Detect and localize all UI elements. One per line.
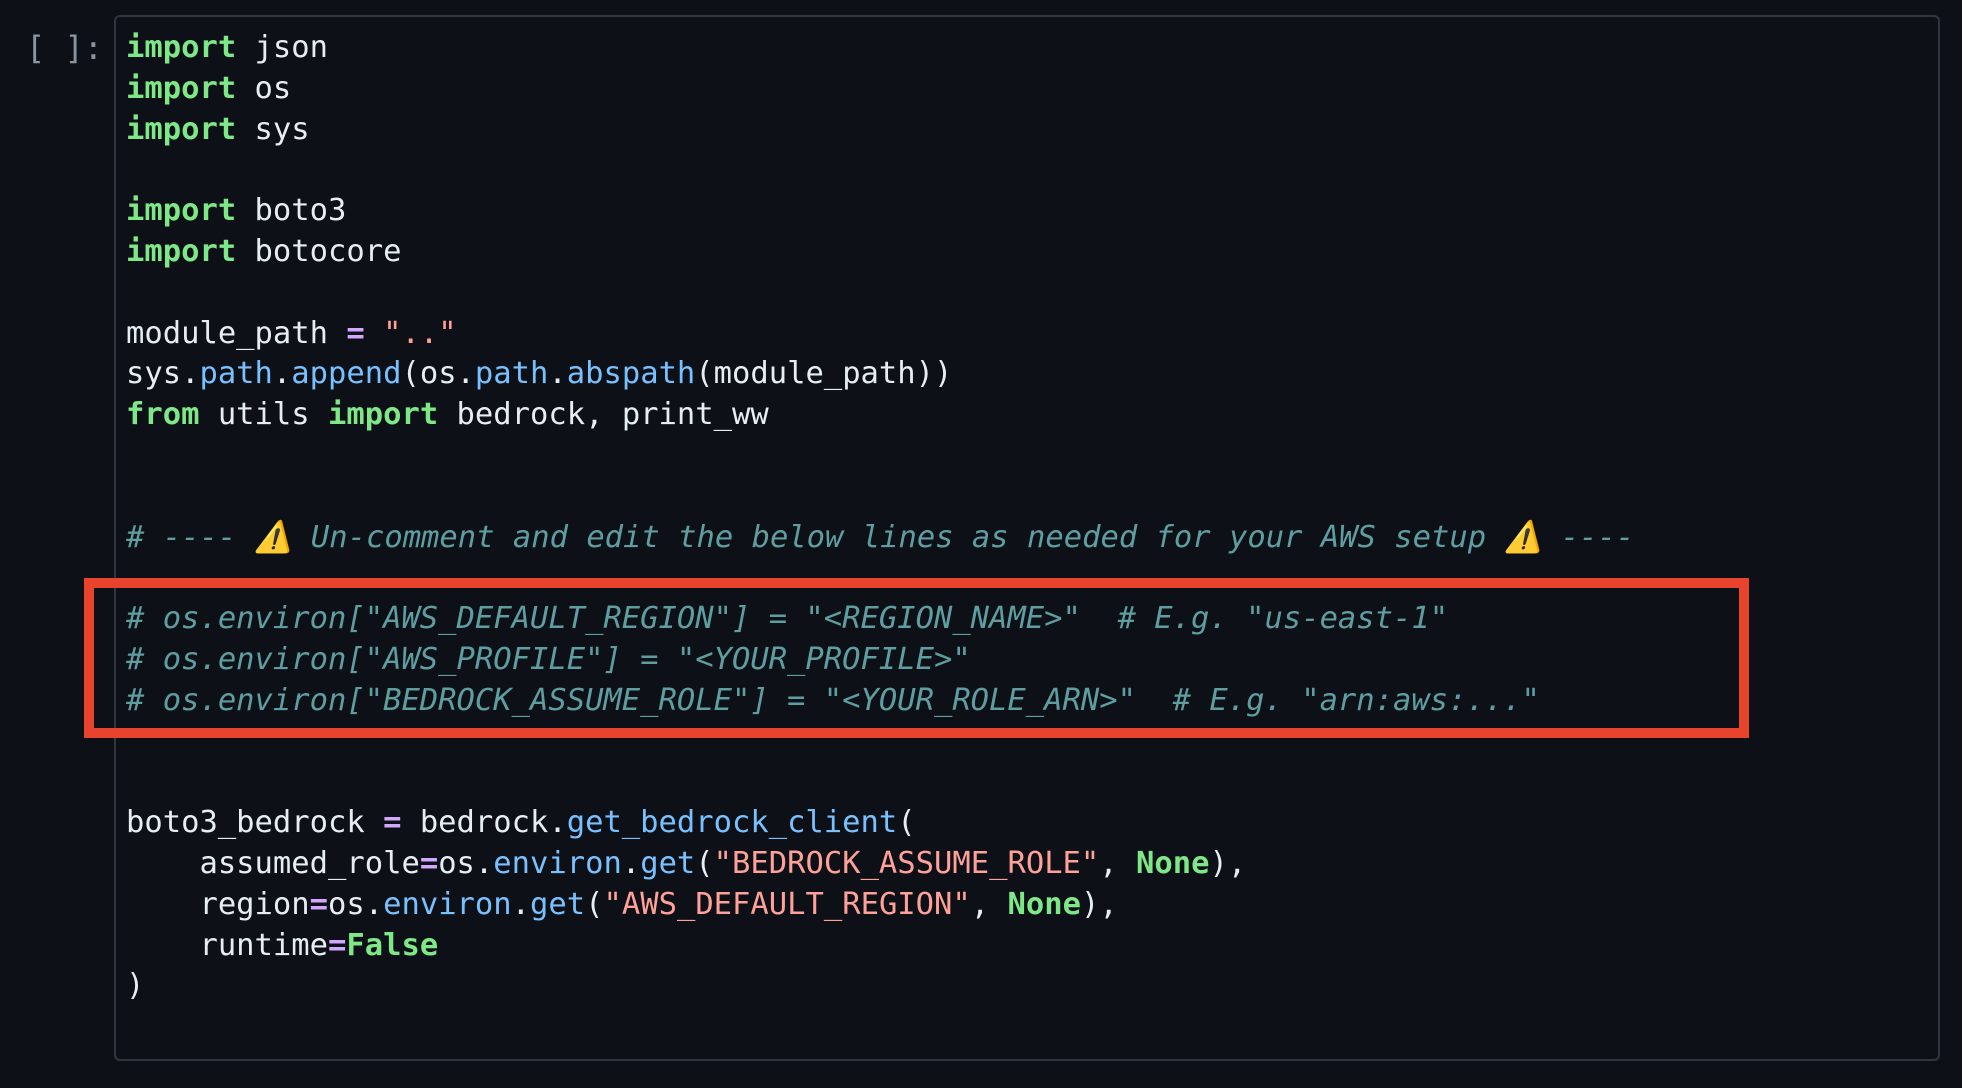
code-line[interactable]: region=os.environ.get("AWS_DEFAULT_REGIO… xyxy=(126,885,1634,926)
code-token-plain: , xyxy=(970,886,1008,922)
code-token-plain: os xyxy=(236,70,292,106)
code-token-plain: , xyxy=(1099,845,1137,881)
code-token-plain: ( xyxy=(897,805,916,841)
code-token-cmt: # os.environ["AWS_DEFAULT_REGION"] = "<R… xyxy=(126,601,1449,637)
code-token-kw: import xyxy=(328,397,439,433)
code-token-plain: boto3 xyxy=(236,193,347,229)
code-token-attr: get xyxy=(640,845,696,881)
code-token-str: "BEDROCK_ASSUME_ROLE" xyxy=(713,845,1100,881)
code-token-kw: from xyxy=(126,397,200,433)
code-token-op: = xyxy=(328,927,347,963)
code-token-kw: import xyxy=(126,70,237,106)
code-token-str: ".." xyxy=(383,315,457,351)
code-line[interactable]: boto3_bedrock = bedrock.get_bedrock_clie… xyxy=(126,803,1634,844)
code-token-plain: . xyxy=(511,886,531,922)
code-token-plain: region xyxy=(126,886,310,922)
code-line[interactable] xyxy=(126,722,1634,763)
code-token-plain: ( xyxy=(695,845,714,881)
code-line[interactable]: assumed_role=os.environ.get("BEDROCK_ASS… xyxy=(126,844,1634,885)
code-token-plain: sys. xyxy=(126,356,200,392)
code-token-str: "AWS_DEFAULT_REGION" xyxy=(603,886,971,922)
code-line[interactable]: module_path = ".." xyxy=(126,314,1634,355)
code-token-plain: . xyxy=(621,845,641,881)
code-token-op: = xyxy=(419,845,439,881)
code-token-kw: import xyxy=(126,233,237,269)
code-token-plain: json xyxy=(236,30,329,65)
code-token-plain: ) xyxy=(126,968,145,1004)
code-token-plain: ), xyxy=(1080,886,1118,922)
code-token-attr: abspath xyxy=(566,356,696,392)
code-line[interactable]: # os.environ["BEDROCK_ASSUME_ROLE"] = "<… xyxy=(126,681,1634,722)
code-token-plain: assumed_role xyxy=(126,845,420,881)
code-editor[interactable]: import json import os import sys import bo… xyxy=(126,28,1634,1007)
code-token-plain: sys xyxy=(236,111,310,147)
code-token-op: = xyxy=(383,805,402,841)
code-token-plain: runtime xyxy=(126,927,328,963)
code-line[interactable]: # os.environ["AWS_DEFAULT_REGION"] = "<R… xyxy=(126,599,1634,640)
code-token-const: None xyxy=(1136,845,1210,881)
code-line[interactable] xyxy=(126,762,1634,803)
code-token-cmt: # ---- ⚠️ Un-comment and edit the below … xyxy=(126,519,1635,555)
code-token-plain: (os. xyxy=(401,356,475,392)
code-token-op: = xyxy=(346,315,365,351)
code-line[interactable] xyxy=(126,477,1634,518)
code-line[interactable]: import boto3 xyxy=(126,191,1634,232)
code-line[interactable]: import json xyxy=(126,28,1634,69)
code-token-cmt: # os.environ["BEDROCK_ASSUME_ROLE"] = "<… xyxy=(126,682,1540,718)
code-token-plain: utils xyxy=(199,397,328,433)
code-token-attr: environ xyxy=(493,845,622,881)
code-token-plain: bedrock. xyxy=(401,805,567,841)
code-token-attr: get_bedrock_client xyxy=(566,805,898,841)
code-token-plain: . xyxy=(548,356,567,392)
code-token-plain: ), xyxy=(1209,845,1247,881)
code-token-plain: ( xyxy=(585,886,604,922)
code-token-attr: append xyxy=(291,356,402,392)
code-token-attr: path xyxy=(199,356,273,392)
code-token-attr: get xyxy=(530,886,586,922)
cell-execution-prompt: [ ]: xyxy=(26,29,104,67)
code-line[interactable] xyxy=(126,436,1634,477)
code-token-kw: import xyxy=(126,30,237,65)
code-line[interactable]: # ---- ⚠️ Un-comment and edit the below … xyxy=(126,518,1634,559)
code-token-plain: os. xyxy=(438,845,494,881)
code-line[interactable]: import os xyxy=(126,69,1634,110)
code-line[interactable]: sys.path.append(os.path.abspath(module_p… xyxy=(126,354,1634,395)
code-token-attr: path xyxy=(474,356,549,392)
code-token-plain: (module_path)) xyxy=(695,356,953,392)
code-line[interactable] xyxy=(126,558,1634,599)
code-token-const: None xyxy=(1007,886,1081,922)
code-token-const: False xyxy=(346,927,439,963)
code-token-attr: environ xyxy=(383,886,512,922)
code-line[interactable]: runtime=False xyxy=(126,926,1634,967)
code-line[interactable]: ) xyxy=(126,966,1634,1007)
code-line[interactable]: import sys xyxy=(126,110,1634,151)
code-line[interactable] xyxy=(126,273,1634,314)
code-token-plain: boto3_bedrock xyxy=(126,805,384,841)
code-token-plain: module_path xyxy=(126,315,347,351)
code-token-plain: os. xyxy=(328,886,384,922)
code-token-kw: import xyxy=(126,111,237,147)
code-token-plain: bedrock, print_ww xyxy=(438,397,769,433)
code-line[interactable]: # os.environ["AWS_PROFILE"] = "<YOUR_PRO… xyxy=(126,640,1634,681)
code-line[interactable]: from utils import bedrock, print_ww xyxy=(126,395,1634,436)
code-line[interactable]: import botocore xyxy=(126,232,1634,273)
code-line[interactable] xyxy=(126,150,1634,191)
code-token-plain: . xyxy=(272,356,292,392)
code-token-op: = xyxy=(309,886,329,922)
code-token-plain: botocore xyxy=(236,233,402,269)
code-token-cmt: # os.environ["AWS_PROFILE"] = "<YOUR_PRO… xyxy=(126,641,971,677)
code-token-kw: import xyxy=(126,193,237,229)
